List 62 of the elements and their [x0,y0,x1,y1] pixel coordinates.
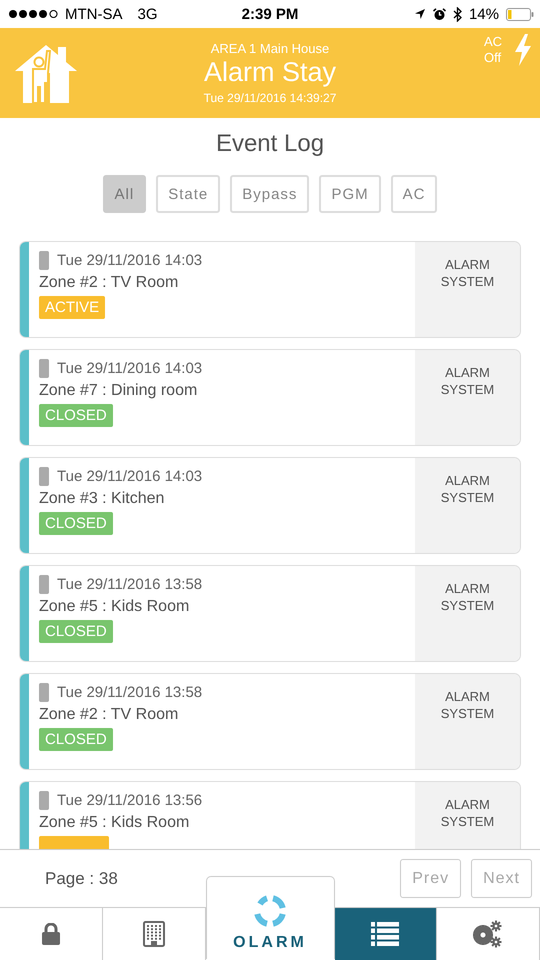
clock-time: 2:39 PM [242,6,298,22]
page-title: Event Log [214,130,326,158]
signal-icon [8,9,60,19]
lightning-icon [514,34,532,66]
logo-tab[interactable]: OLARM [206,876,334,959]
header-datetime: Tue 29/11/2016 14:39:27 [204,91,336,105]
filter-tab[interactable]: AC [390,175,438,213]
list-icon [371,922,400,946]
event-time: Tue 29/11/2016 14:03 [57,468,202,485]
network-type: 3G [138,6,158,22]
status-tag: CLOSED [39,728,113,751]
device-icon [39,251,49,270]
device-icon [39,791,49,810]
event-source: ALARM SYSTEM [440,472,496,507]
status-tag: CLOSED [39,620,113,643]
next-button[interactable]: Next [471,859,532,898]
event-time: Tue 29/11/2016 13:56 [57,792,202,809]
zone-name: Zone #5 : Kids Room [39,598,190,616]
page-number: Page : 38 [45,868,118,888]
event-source: ALARM SYSTEM [440,364,496,399]
alarm-clock-icon [432,8,446,20]
event-time: Tue 29/11/2016 14:03 [57,252,202,269]
event-time: Tue 29/11/2016 13:58 [57,684,202,701]
brand-name: OLARM [233,934,307,952]
carrier-name: MTN-SA [65,6,122,22]
building-icon [142,921,165,947]
house-person-icon [14,43,78,103]
device-icon [39,575,49,594]
event-source: ALARM SYSTEM [440,688,496,723]
event-source: ALARM SYSTEM [440,796,496,831]
lock-icon [42,923,60,945]
device-icon [39,359,49,378]
card-accent [20,782,29,849]
zone-name: Zone #7 : Dining room [39,382,198,400]
filter-tab[interactable]: PGM [319,175,381,213]
zone-name: Zone #3 : Kitchen [39,490,164,508]
zone-name: Zone #2 : TV Room [39,274,178,292]
device-icon [39,683,49,702]
location-icon [414,8,426,20]
filter-tab[interactable]: Bypass [230,175,310,213]
gears-icon [473,920,504,948]
device-icon [39,467,49,486]
bluetooth-icon [452,6,462,22]
filter-tab[interactable]: All [102,175,146,213]
event-source: ALARM SYSTEM [440,580,496,615]
battery-icon [506,8,534,20]
area-name: AREA 1 Main House [210,41,330,56]
zone-name: Zone #2 : TV Room [39,706,178,724]
list-tab[interactable] [334,908,438,960]
event-time: Tue 29/11/2016 13:58 [57,576,202,593]
status-tag: CLOSED [39,404,113,427]
prev-button[interactable]: Prev [400,859,462,898]
battery-percent: 14% [468,6,499,22]
status-tag: CLOSED [39,512,113,535]
alarm-mode: Alarm Stay [204,56,336,88]
event-time: Tue 29/11/2016 14:03 [57,360,202,377]
zone-name: Zone #5 : Kids Room [39,814,190,832]
status-tag: ACTIVE [39,296,106,319]
filter-tab[interactable]: State [156,175,220,213]
ac-status: AC Off [484,34,504,66]
ring-logo-icon [253,894,287,928]
event-source: ALARM SYSTEM [440,256,496,291]
